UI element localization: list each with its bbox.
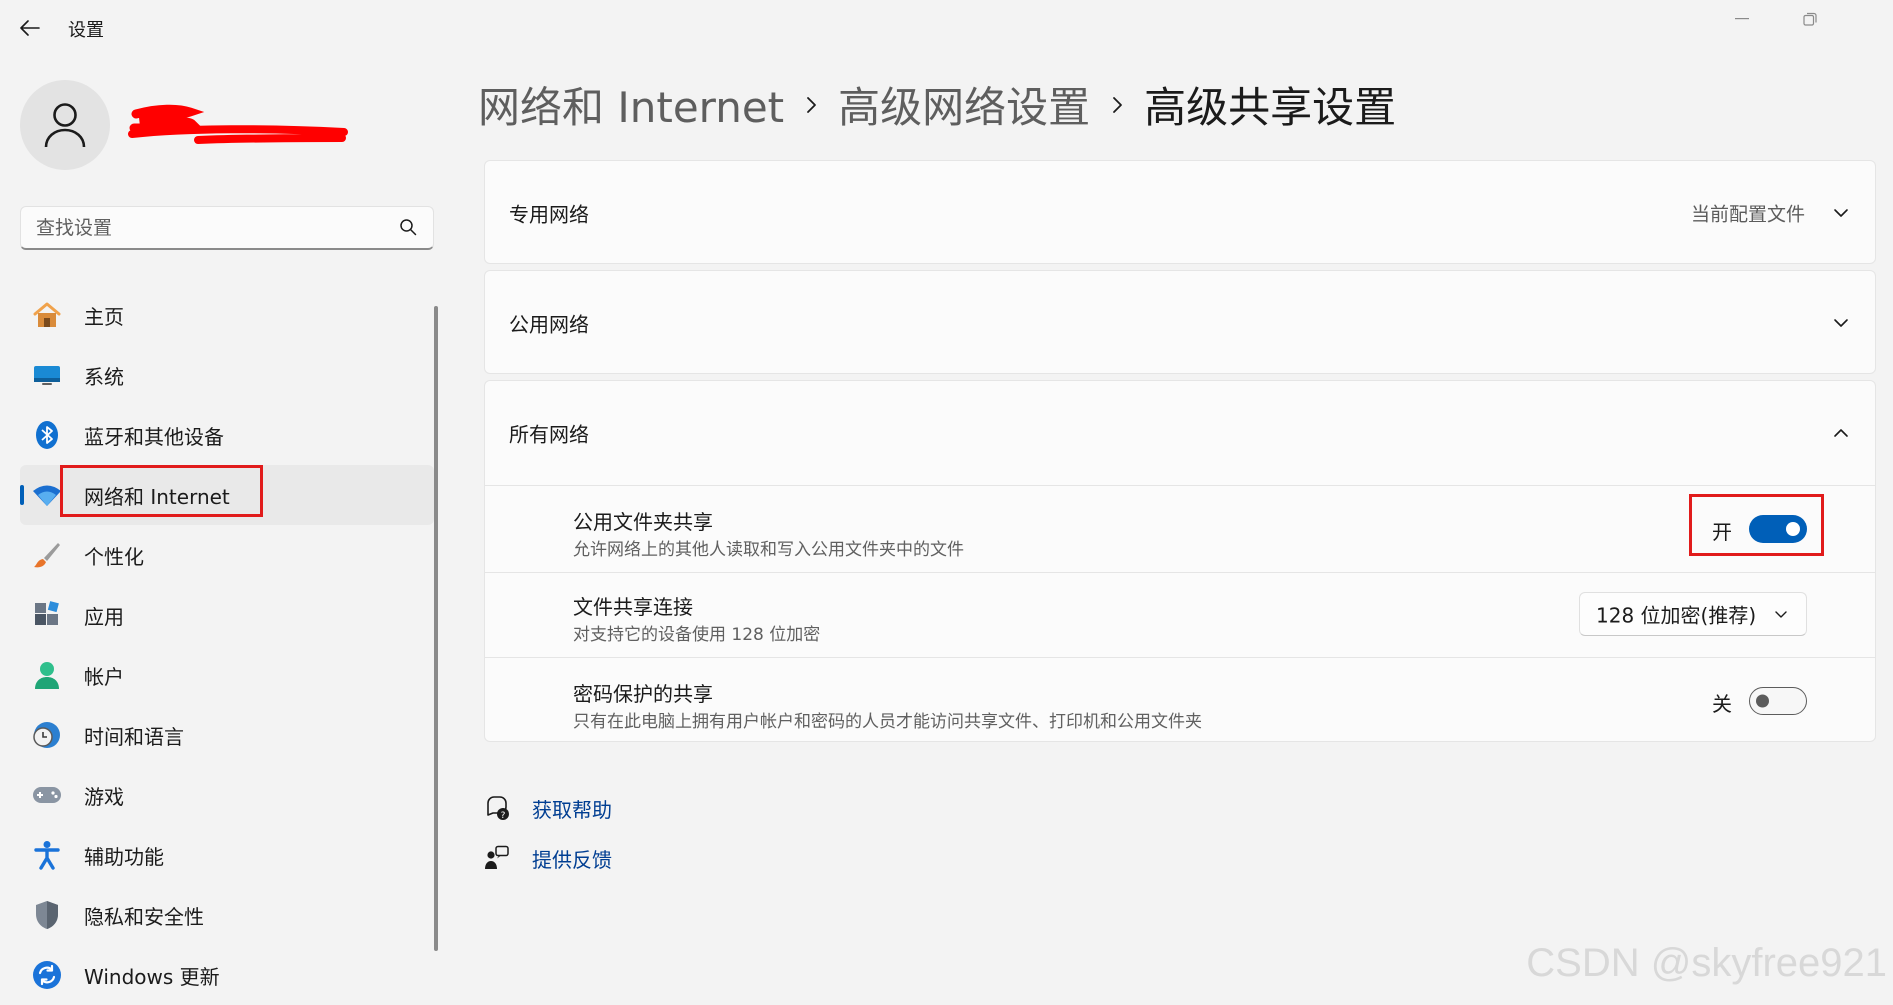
encryption-select-value: 128 位加密(推荐) bbox=[1596, 603, 1757, 628]
chevron-down-icon[interactable] bbox=[1831, 203, 1851, 223]
sidebar-item-label: Windows 更新 bbox=[84, 964, 220, 989]
breadcrumb-item-advanced-network[interactable]: 高级网络设置 bbox=[838, 74, 1090, 135]
gamepad-icon bbox=[32, 780, 62, 810]
sidebar-item-gaming[interactable]: 游戏 bbox=[20, 765, 434, 825]
account-icon bbox=[32, 660, 62, 690]
setting-description: 对支持它的设备使用 128 位加密 bbox=[573, 625, 821, 645]
search-box[interactable] bbox=[20, 206, 434, 250]
sidebar-item-label: 游戏 bbox=[84, 784, 124, 809]
help-chat-icon: ? bbox=[484, 795, 510, 821]
app-title: 设置 bbox=[68, 20, 104, 41]
user-icon bbox=[44, 103, 86, 148]
setting-title: 公用文件夹共享 bbox=[573, 510, 713, 534]
annotation-box-nav bbox=[60, 465, 263, 517]
all-networks-header[interactable]: 所有网络 bbox=[485, 381, 1875, 485]
minimize-icon bbox=[1735, 18, 1749, 20]
sidebar-item-personalization[interactable]: 个性化 bbox=[20, 525, 434, 585]
sidebar-nav: 主页 系统 蓝牙和其他设备 网络和 Internet 个性化 应用 帐户 时间和… bbox=[20, 285, 434, 1005]
chevron-down-icon[interactable] bbox=[1831, 313, 1851, 333]
sidebar-item-time-language[interactable]: 时间和语言 bbox=[20, 705, 434, 765]
section-title: 公用网络 bbox=[509, 312, 589, 337]
sidebar-item-system[interactable]: 系统 bbox=[20, 345, 434, 405]
private-network-section[interactable]: 专用网络 当前配置文件 bbox=[484, 160, 1876, 264]
back-button[interactable] bbox=[14, 12, 46, 44]
current-profile-label: 当前配置文件 bbox=[1690, 203, 1805, 226]
svg-text:?: ? bbox=[501, 811, 506, 821]
sidebar-item-label: 个性化 bbox=[84, 544, 144, 569]
selection-indicator bbox=[20, 485, 24, 505]
sidebar-item-bluetooth[interactable]: 蓝牙和其他设备 bbox=[20, 405, 434, 465]
home-icon bbox=[32, 300, 62, 330]
shield-icon bbox=[32, 900, 62, 930]
restore-icon bbox=[1803, 12, 1817, 26]
sidebar-item-label: 辅助功能 bbox=[84, 844, 164, 869]
monitor-icon bbox=[32, 360, 62, 390]
toggle-state-label: 关 bbox=[1712, 692, 1732, 716]
sidebar-item-label: 蓝牙和其他设备 bbox=[84, 424, 224, 449]
public-network-section[interactable]: 公用网络 bbox=[484, 270, 1876, 374]
clock-globe-icon bbox=[32, 720, 62, 750]
chevron-down-icon bbox=[1775, 611, 1787, 618]
apps-icon bbox=[32, 600, 62, 630]
restore-button[interactable] bbox=[1782, 0, 1838, 38]
sidebar-item-windows-update[interactable]: Windows 更新 bbox=[20, 945, 434, 1005]
annotation-box-toggle bbox=[1689, 494, 1824, 556]
section-title: 所有网络 bbox=[509, 422, 589, 447]
watermark: CSDN @skyfree921 bbox=[1526, 941, 1887, 985]
brush-icon bbox=[32, 540, 62, 570]
setting-description: 只有在此电脑上拥有用户帐户和密码的人员才能访问共享文件、打印机和公用文件夹 bbox=[573, 712, 1202, 732]
setting-title: 文件共享连接 bbox=[573, 595, 693, 619]
file-sharing-connections-row: 文件共享连接 对支持它的设备使用 128 位加密 128 位加密(推荐) bbox=[485, 572, 1875, 657]
setting-title: 密码保护的共享 bbox=[573, 682, 713, 706]
breadcrumb: 网络和 Internet 高级网络设置 高级共享设置 bbox=[478, 74, 1396, 135]
sidebar-item-label: 帐户 bbox=[84, 664, 124, 689]
toggle-knob bbox=[1756, 694, 1769, 708]
arrow-left-icon bbox=[20, 20, 40, 36]
password-protected-sharing-row: 密码保护的共享 只有在此电脑上拥有用户帐户和密码的人员才能访问共享文件、打印机和… bbox=[485, 657, 1875, 744]
search-input[interactable] bbox=[21, 207, 398, 249]
get-help-link[interactable]: 获取帮助 bbox=[532, 794, 612, 823]
sidebar-item-label: 主页 bbox=[84, 304, 124, 329]
sidebar-item-label: 时间和语言 bbox=[84, 724, 184, 749]
encryption-select[interactable]: 128 位加密(推荐) bbox=[1579, 592, 1807, 636]
sidebar-scrollbar[interactable] bbox=[434, 306, 438, 951]
chevron-right-icon bbox=[1090, 96, 1144, 114]
sidebar-item-accessibility[interactable]: 辅助功能 bbox=[20, 825, 434, 885]
sidebar-item-label: 系统 bbox=[84, 364, 124, 389]
sidebar-item-label: 隐私和安全性 bbox=[84, 904, 204, 929]
password-protected-sharing-toggle[interactable] bbox=[1749, 687, 1807, 715]
page-title: 高级共享设置 bbox=[1144, 83, 1397, 132]
sidebar-item-home[interactable]: 主页 bbox=[20, 285, 434, 345]
public-folder-sharing-row: 公用文件夹共享 允许网络上的其他人读取和写入公用文件夹中的文件 开 bbox=[485, 485, 1875, 572]
chevron-right-icon bbox=[784, 96, 838, 114]
profile-name-redacted bbox=[128, 102, 348, 150]
search-icon[interactable] bbox=[399, 218, 417, 236]
accessibility-icon bbox=[32, 840, 62, 870]
bluetooth-icon bbox=[32, 420, 62, 450]
setting-description: 允许网络上的其他人读取和写入公用文件夹中的文件 bbox=[573, 540, 964, 560]
update-icon bbox=[32, 960, 62, 990]
get-help-link-row[interactable]: ? 获取帮助 bbox=[484, 791, 612, 825]
chevron-up-icon[interactable] bbox=[1831, 423, 1851, 443]
wifi-icon bbox=[32, 480, 62, 510]
feedback-link-row[interactable]: 提供反馈 bbox=[484, 841, 612, 875]
sidebar-item-label: 应用 bbox=[84, 604, 124, 629]
breadcrumb-item-network[interactable]: 网络和 Internet bbox=[478, 74, 784, 135]
all-networks-section: 所有网络 公用文件夹共享 允许网络上的其他人读取和写入公用文件夹中的文件 开 文… bbox=[484, 380, 1876, 742]
feedback-link[interactable]: 提供反馈 bbox=[532, 844, 612, 873]
sidebar-item-accounts[interactable]: 帐户 bbox=[20, 645, 434, 705]
minimize-button[interactable] bbox=[1714, 0, 1770, 38]
feedback-icon bbox=[484, 845, 510, 871]
sidebar-item-apps[interactable]: 应用 bbox=[20, 585, 434, 645]
avatar[interactable] bbox=[20, 80, 110, 170]
sidebar-item-privacy[interactable]: 隐私和安全性 bbox=[20, 885, 434, 945]
section-title: 专用网络 bbox=[509, 202, 589, 227]
